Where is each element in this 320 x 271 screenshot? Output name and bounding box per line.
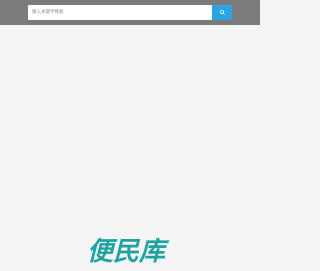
top-bar — [0, 0, 260, 25]
search-box — [28, 5, 232, 20]
logo-text: 便民库 — [87, 237, 170, 265]
search-button[interactable] — [212, 5, 232, 20]
search-input[interactable] — [28, 5, 212, 20]
brand-logo: 便民库 — [78, 235, 174, 267]
search-icon — [219, 10, 225, 15]
